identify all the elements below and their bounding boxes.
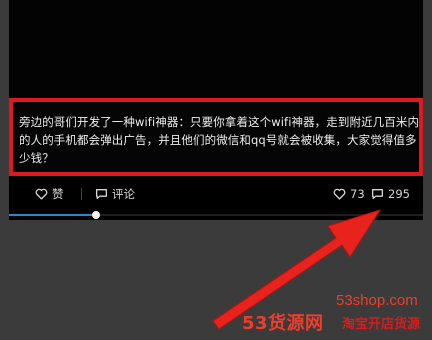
progress-handle[interactable]	[91, 211, 100, 219]
comment-button[interactable]: 评论	[95, 184, 135, 204]
comment-label: 评论	[112, 187, 135, 201]
heart-icon	[333, 188, 346, 200]
like-count-button[interactable]: 73	[333, 184, 365, 204]
video-area[interactable]	[9, 0, 423, 98]
watermark-subtitle: 淘宝开店货源	[342, 317, 421, 332]
post-highlight-box: 旁边的哥们开发了一种wifi神器：只要你拿着这个wifi神器，走到附近几百米内的…	[9, 98, 423, 176]
comment-count-button[interactable]: 295	[371, 184, 410, 204]
watermark-brand: 53货源网	[242, 313, 324, 334]
like-count: 73	[350, 187, 365, 201]
speech-bubble-icon	[95, 188, 108, 200]
app-screen: 旁边的哥们开发了一种wifi神器：只要你拿着这个wifi神器，走到附近几百米内的…	[9, 0, 423, 220]
action-bar: 赞 评论 73 295	[9, 178, 423, 210]
speech-bubble-icon	[371, 188, 384, 200]
progress-fill	[9, 214, 96, 216]
like-label: 赞	[52, 187, 64, 201]
post-text: 旁边的哥们开发了一种wifi神器：只要你拿着这个wifi神器，走到附近几百米内的…	[19, 115, 420, 165]
video-progress-bar[interactable]	[9, 211, 423, 219]
watermark-url: 53shop.com	[336, 292, 418, 309]
comment-count: 295	[388, 187, 410, 201]
heart-icon	[35, 188, 48, 200]
action-divider	[81, 188, 82, 200]
like-button[interactable]: 赞	[35, 184, 64, 204]
